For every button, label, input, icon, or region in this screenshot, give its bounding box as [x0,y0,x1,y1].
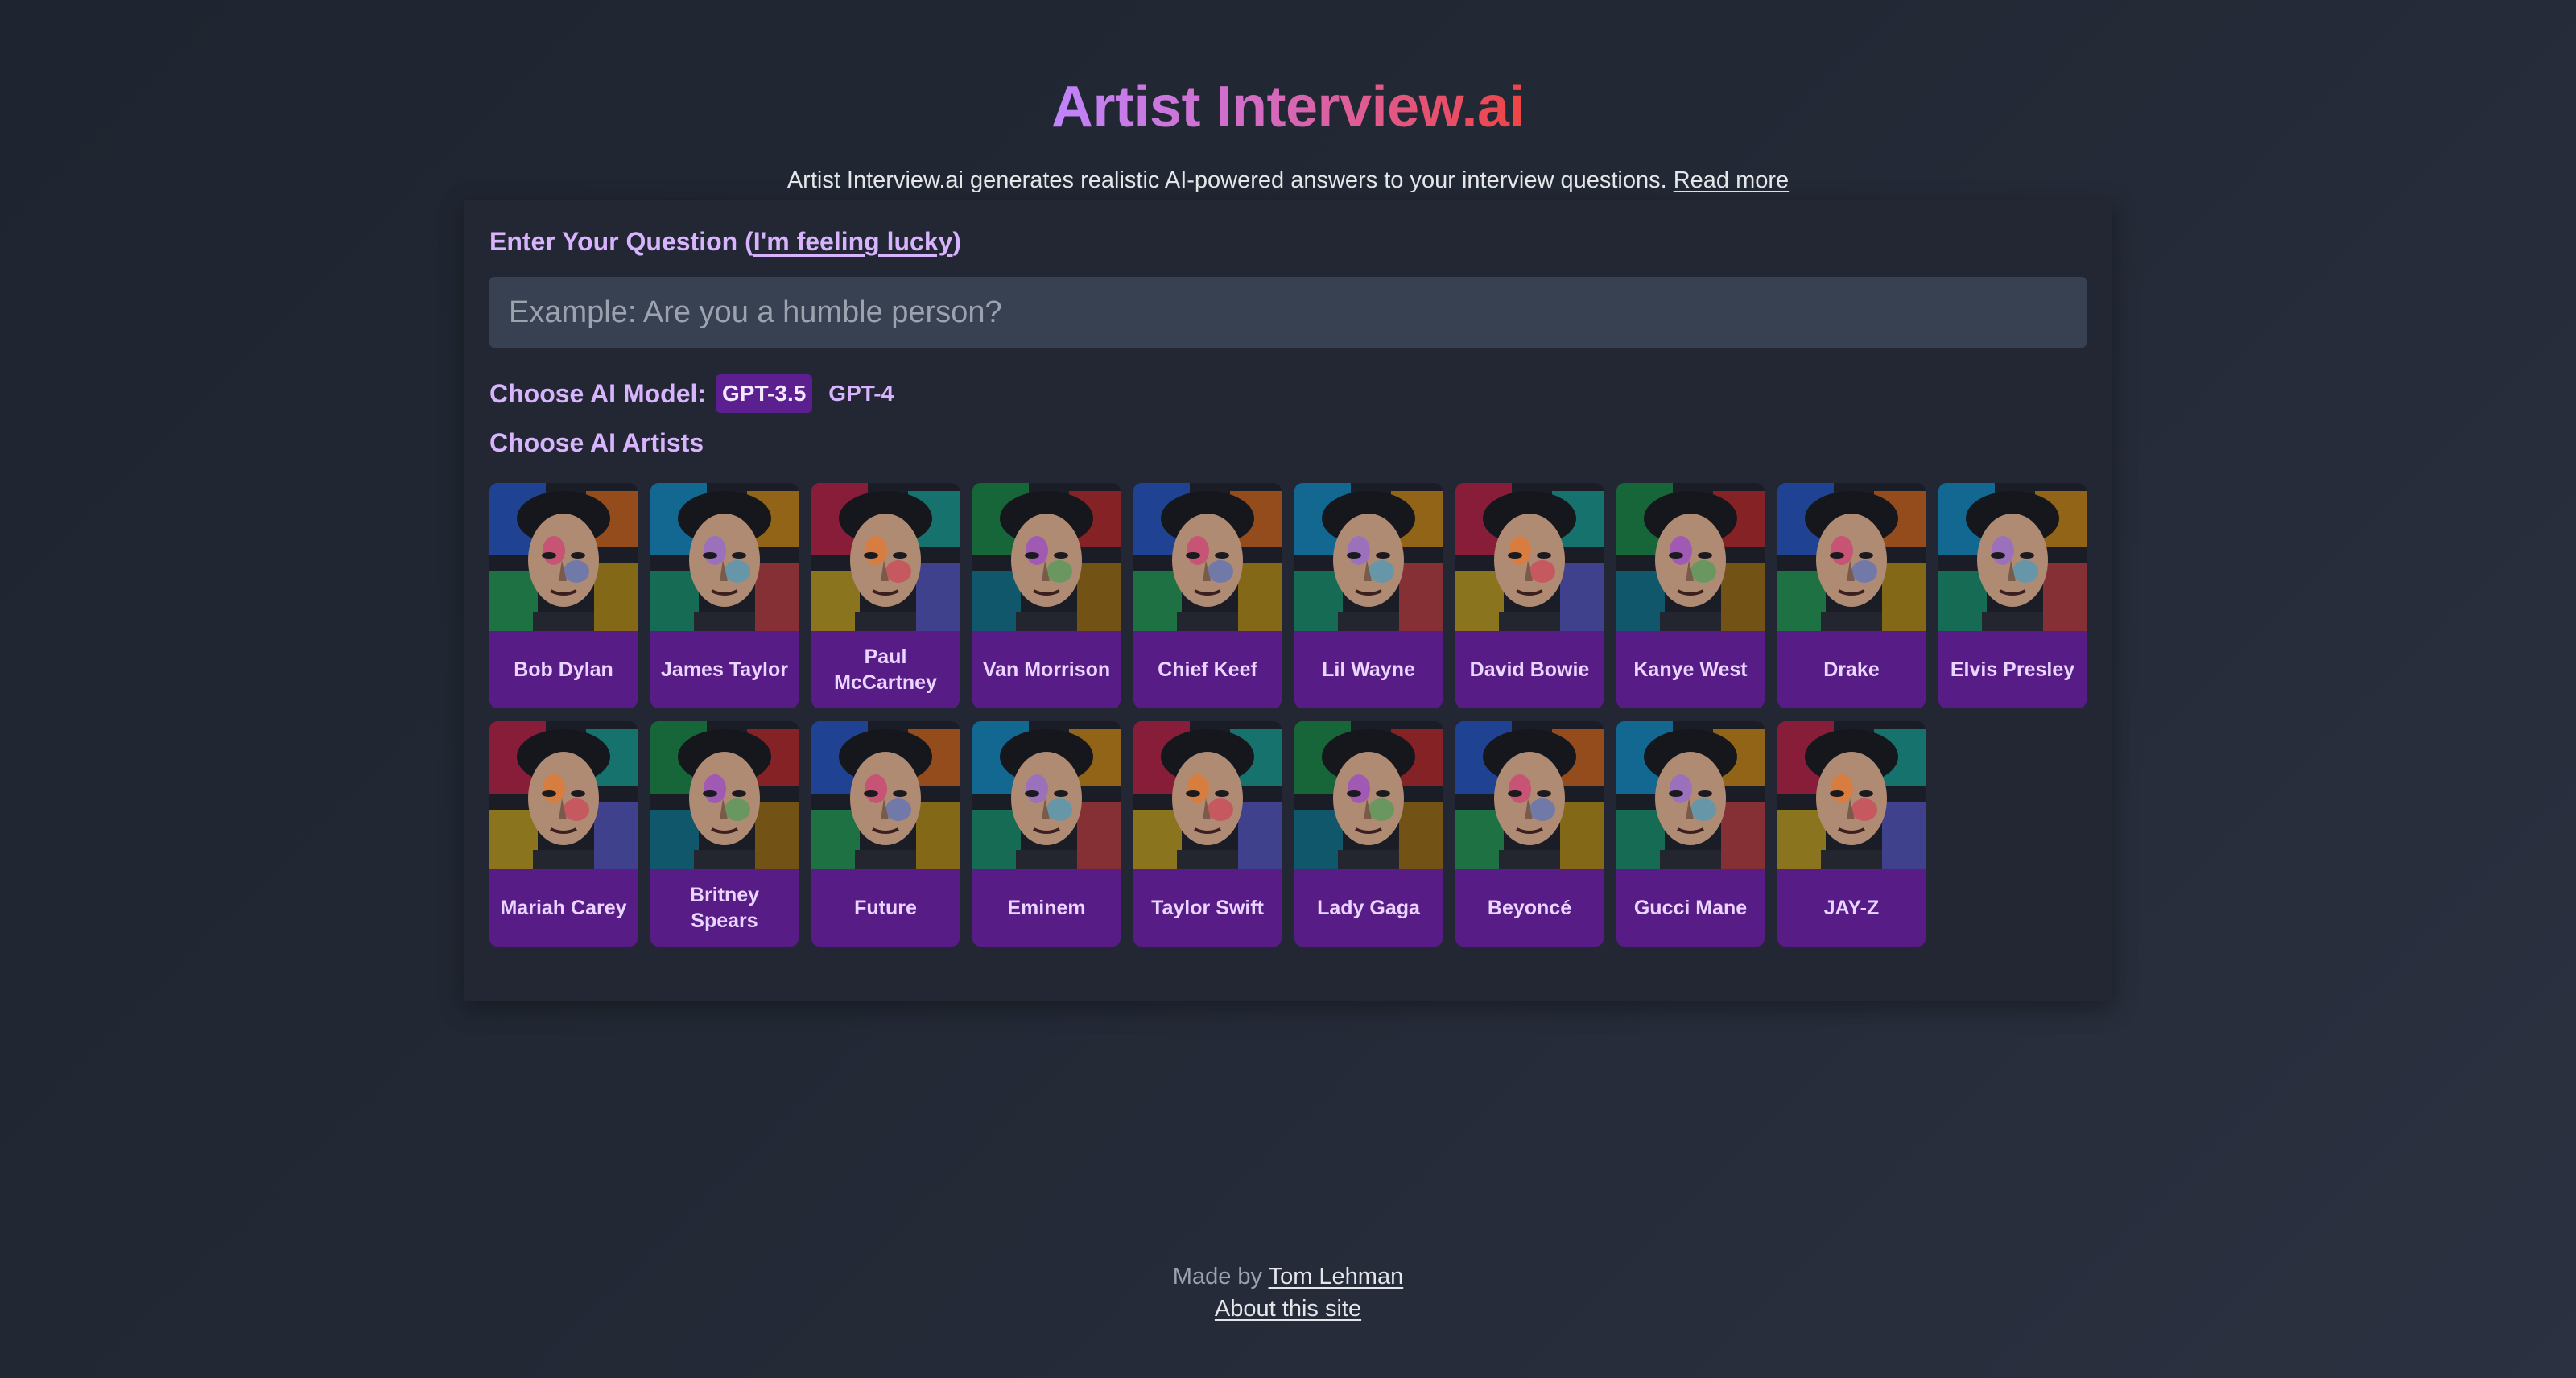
artist-name: Lady Gaga [1317,896,1420,919]
question-input[interactable] [489,277,2087,348]
feeling-lucky-link[interactable]: I'm feeling lucky [753,227,953,256]
artist-name: Gucci Mane [1633,896,1748,919]
artist-name: Chief Keef [1158,658,1257,681]
portrait-lil-wayne [1294,483,1443,631]
portrait-beyonce [1455,721,1604,869]
artist-card[interactable]: Mariah Carey [489,721,638,947]
artist-name: Britney Spears [689,883,760,933]
made-by-text: Made by [1172,1264,1263,1289]
portrait-bob-dylan [489,483,638,631]
artist-card[interactable]: JAY-Z [1777,721,1926,947]
artist-name: Bob Dylan [514,658,613,681]
model-option-gpt-4[interactable]: GPT-4 [822,374,900,413]
artist-card[interactable]: Elvis Presley [1938,483,2087,708]
artist-name: JAY-Z [1823,896,1880,919]
artist-card[interactable]: Future [811,721,960,947]
artist-name: Eminem [1007,896,1086,919]
model-selector: Choose AI Model: GPT-3.5 GPT-4 [489,373,900,414]
question-label: Enter Your Question (I'm feeling lucky) [489,227,962,256]
portrait-lady-gaga [1294,721,1443,869]
artist-name: Mariah Carey [500,896,627,919]
portrait-jay-z [1777,721,1926,869]
artist-card[interactable]: Paul McCartney [811,483,960,708]
portrait-gucci-mane [1616,721,1765,869]
artist-card[interactable]: David Bowie [1455,483,1604,708]
portrait-future [811,721,960,869]
page-description: Artist Interview.ai generates realistic … [0,167,2576,194]
artist-card[interactable]: Lil Wayne [1294,483,1443,708]
artist-card[interactable]: Van Morrison [972,483,1121,708]
artist-name: Van Morrison [982,658,1111,681]
portrait-elvis-presley [1938,483,2087,631]
about-link[interactable]: About this site [1215,1296,1361,1322]
portrait-eminem [972,721,1121,869]
footer-about: About this site [0,1296,2576,1322]
author-link[interactable]: Tom Lehman [1269,1264,1404,1289]
artist-card[interactable]: Eminem [972,721,1121,947]
portrait-james-taylor [650,483,799,631]
portrait-taylor-swift [1133,721,1282,869]
artists-label: Choose AI Artists [489,428,704,457]
artist-card[interactable]: Kanye West [1616,483,1765,708]
artist-card[interactable]: Lady Gaga [1294,721,1443,947]
portrait-van-morrison [972,483,1121,631]
portrait-britney-spears [650,721,799,869]
portrait-david-bowie [1455,483,1604,631]
portrait-drake [1777,483,1926,631]
artist-card[interactable]: Beyoncé [1455,721,1604,947]
artist-name: Future [854,896,917,919]
artist-card[interactable]: James Taylor [650,483,799,708]
artist-name: Beyoncé [1487,896,1572,919]
model-option-gpt-3-5[interactable]: GPT-3.5 [716,374,813,413]
interview-panel: Enter Your Question (I'm feeling lucky) … [464,200,2112,1001]
artist-name: Drake [1823,658,1880,681]
artist-name: Paul McCartney [834,645,937,695]
artist-name: Kanye West [1633,658,1748,681]
portrait-mariah-carey [489,721,638,869]
artist-name: Taylor Swift [1151,896,1264,919]
read-more-link[interactable]: Read more [1674,167,1789,193]
portrait-chief-keef [1133,483,1282,631]
artist-card[interactable]: Chief Keef [1133,483,1282,708]
artist-name: James Taylor [661,658,788,681]
model-label: Choose AI Model: [489,378,707,408]
artist-name: Lil Wayne [1322,658,1415,681]
description-text: Artist Interview.ai generates realistic … [786,167,1667,193]
page-title: Artist Interview.ai [1051,75,1525,139]
footer-credit: Made by Tom Lehman [0,1264,2576,1290]
artist-name: Elvis Presley [1950,658,2075,681]
artist-card[interactable]: Gucci Mane [1616,721,1765,947]
page: Artist Interview.ai Artist Interview.ai … [0,0,2576,1378]
artist-name: David Bowie [1469,658,1590,681]
portrait-kanye-west [1616,483,1765,631]
artist-card[interactable]: Bob Dylan [489,483,638,708]
artist-card[interactable]: Britney Spears [650,721,799,947]
artist-card[interactable]: Drake [1777,483,1926,708]
portrait-paul-mccartney [811,483,960,631]
artist-card[interactable]: Taylor Swift [1133,721,1282,947]
